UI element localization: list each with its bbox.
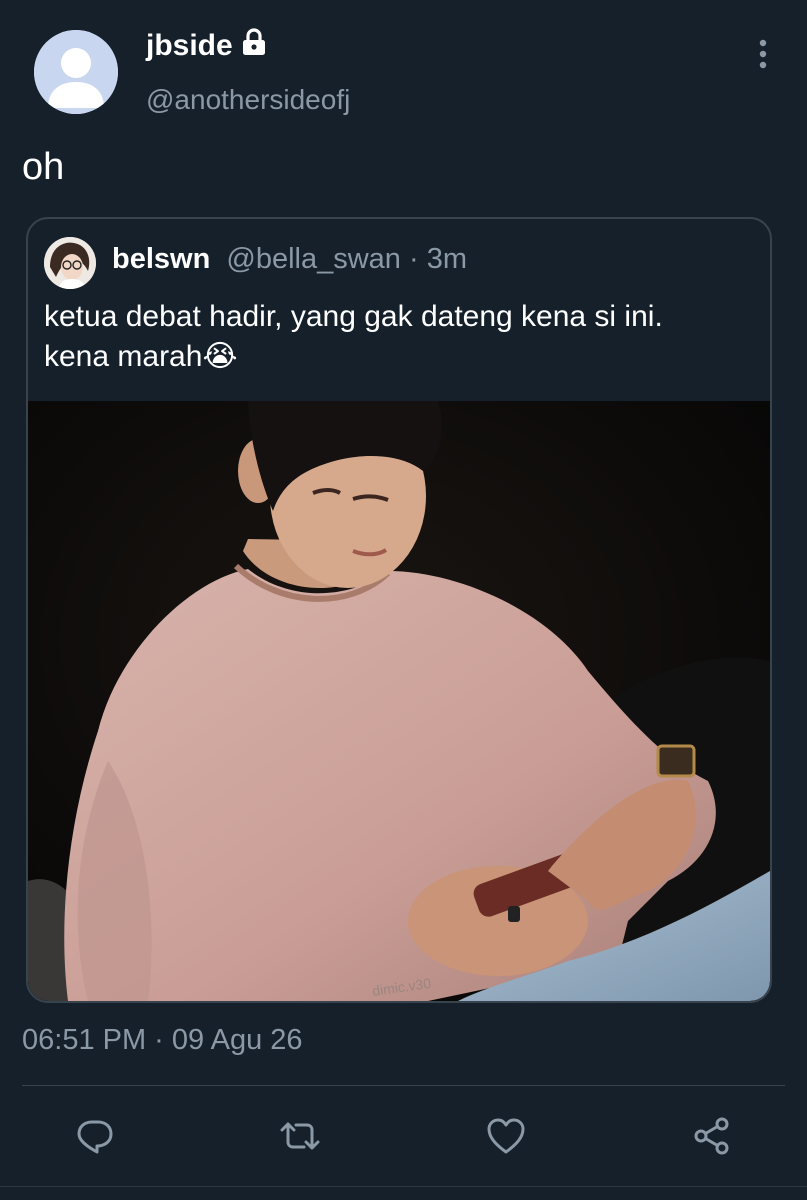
divider [22, 1085, 785, 1086]
share-button[interactable] [684, 1108, 740, 1164]
vertical-dots-icon [759, 39, 767, 69]
heart-icon [487, 1118, 525, 1154]
author-name-row[interactable]: jbside [146, 28, 267, 64]
author-name[interactable]: jbside [146, 29, 233, 63]
share-icon [694, 1117, 729, 1155]
like-button[interactable] [478, 1108, 534, 1164]
tweet-detail: jbside @anothersideofj oh belswn @bella_… [0, 0, 807, 1200]
quoted-author-avatar[interactable] [44, 237, 96, 289]
quoted-tweet-line-2: kena marah😭 [44, 337, 744, 377]
more-options-button[interactable] [742, 34, 784, 74]
lock-icon [241, 28, 267, 64]
time-separator: · [400, 243, 427, 275]
quoted-tweet-text: ketua debat hadir, yang gak dateng kena … [44, 297, 744, 377]
quoted-tweet-line-2-text: kena marah [44, 340, 203, 373]
bottom-divider [0, 1186, 807, 1187]
reply-button[interactable] [67, 1108, 123, 1164]
retweet-button[interactable] [272, 1108, 328, 1164]
quoted-tweet-time: 3m [426, 243, 467, 275]
quoted-tweet-photo[interactable]: dimic.v30 [28, 401, 770, 1001]
reply-icon [77, 1120, 113, 1154]
retweet-icon [280, 1122, 320, 1150]
tweet-text: oh [22, 146, 65, 188]
crying-emoji: 😭 [202, 340, 238, 373]
quoted-tweet-line-1: ketua debat hadir, yang gak dateng kena … [44, 300, 663, 333]
author-handle[interactable]: @anothersideofj [146, 84, 350, 116]
tweet-timestamp[interactable]: 06:51 PM · 09 Agu 26 [22, 1024, 303, 1057]
quoted-author-name[interactable]: belswn [112, 243, 210, 275]
quoted-tweet-card[interactable]: belswn @bella_swan · 3m ketua debat hadi… [26, 217, 772, 1003]
default-avatar-icon[interactable] [34, 30, 118, 114]
quoted-tweet-header: belswn @bella_swan · 3m [112, 243, 467, 276]
quoted-author-handle[interactable]: @bella_swan [226, 243, 401, 275]
tweet-action-bar [0, 1108, 807, 1168]
